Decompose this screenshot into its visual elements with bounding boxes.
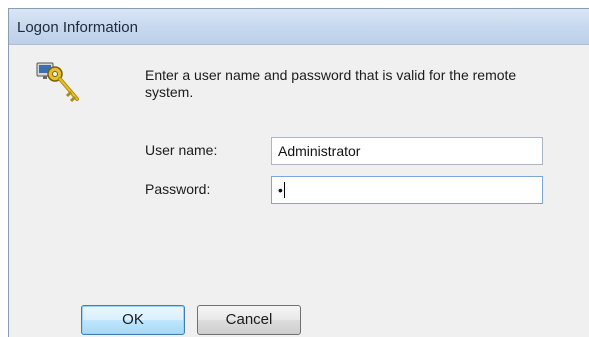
title-bar[interactable]: Logon Information xyxy=(9,9,589,45)
ok-button[interactable]: OK xyxy=(81,305,185,335)
cancel-button[interactable]: Cancel xyxy=(197,305,301,335)
logon-dialog: Logon Information Enter a user name and … xyxy=(8,8,589,337)
password-label: Password: xyxy=(145,181,211,197)
text-caret xyxy=(283,182,285,198)
password-field[interactable]: • xyxy=(271,176,543,204)
dialog-title: Logon Information xyxy=(17,19,138,36)
username-field[interactable]: Administrator xyxy=(271,137,543,165)
username-value: Administrator xyxy=(278,143,361,159)
key-icon xyxy=(33,59,85,109)
password-value: • xyxy=(278,182,283,198)
username-label: User name: xyxy=(145,142,218,158)
instruction-text: Enter a user name and password that is v… xyxy=(145,67,517,100)
